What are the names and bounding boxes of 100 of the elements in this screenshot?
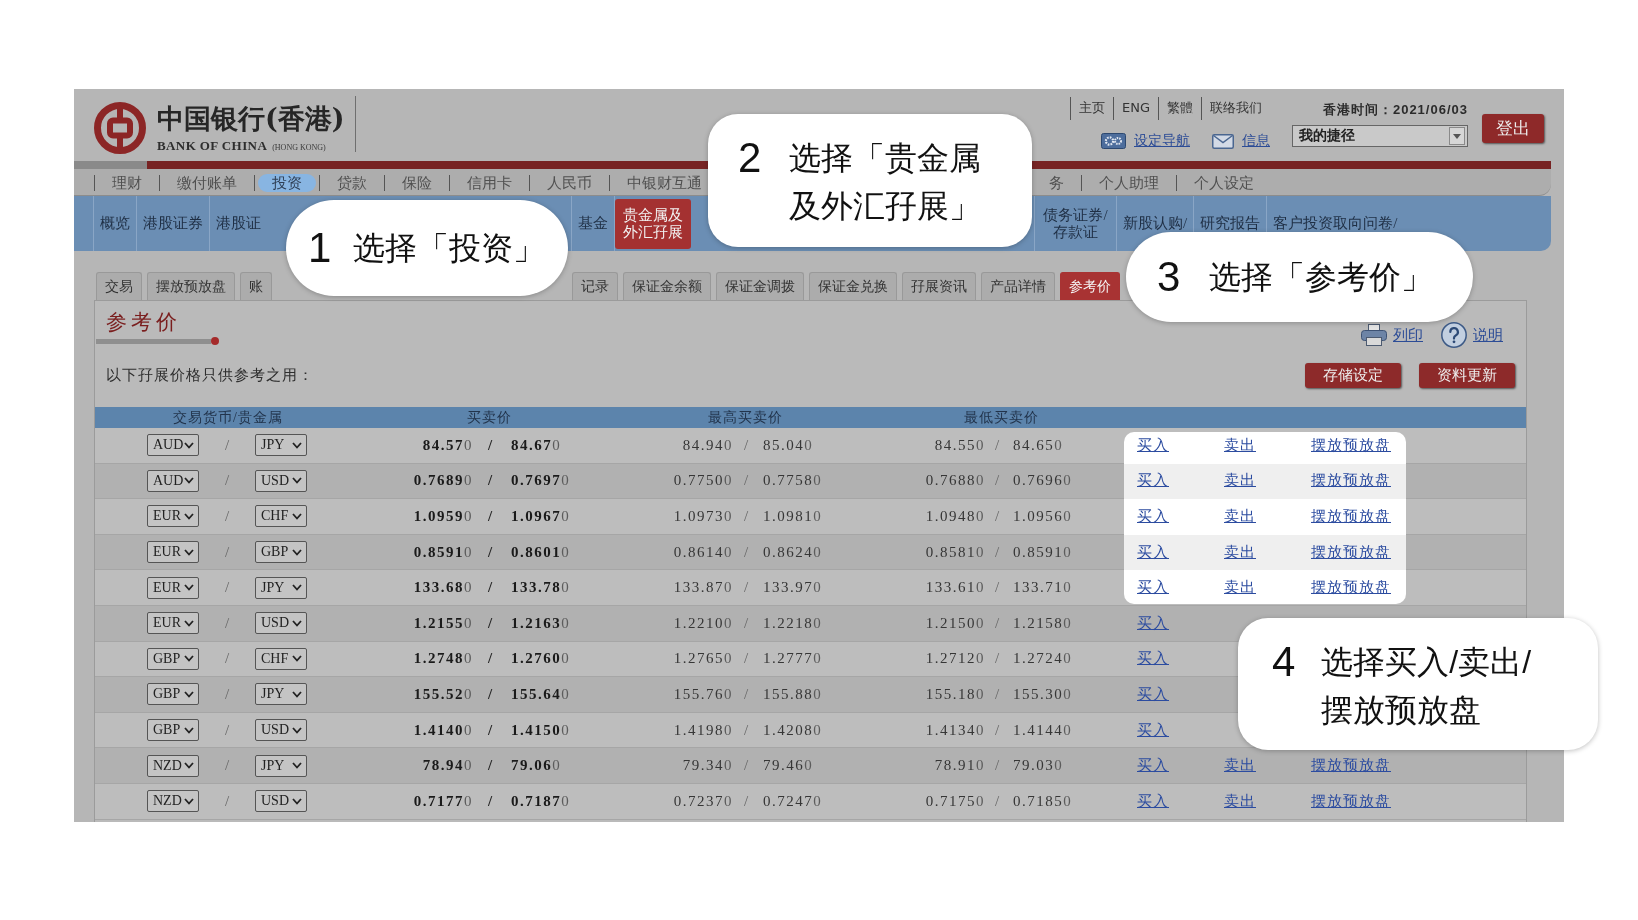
top-link[interactable]: 主页 [1070,97,1113,120]
buy-link[interactable]: 买入 [1137,720,1169,740]
place-order-link[interactable]: 摆放预放盘 [1311,578,1391,598]
currency-select[interactable]: JPY [255,754,307,777]
subnav-item[interactable]: 新股认购/ [1117,211,1194,236]
tab[interactable]: 保证金兑换 [809,272,897,300]
price-text: 133.970 [763,579,823,597]
buy-link[interactable]: 买入 [1137,649,1169,669]
currency-select[interactable]: USD [255,790,307,813]
nav-tab[interactable]: 信用卡 [463,174,516,192]
nav-tab[interactable]: 投资 [258,174,316,192]
sell-link[interactable]: 卖出 [1224,471,1256,491]
tab[interactable]: 记录 [572,272,618,300]
chevron-down-icon [184,584,194,592]
currency-select[interactable]: JPY [255,683,307,706]
top-link[interactable]: 繁體 [1158,97,1201,120]
sell-link[interactable]: 卖出 [1224,507,1256,526]
currency-select[interactable]: AUD [147,469,199,492]
top-link[interactable]: 联络我们 [1201,97,1270,120]
buy-link[interactable]: 买入 [1137,435,1169,455]
buy-link[interactable]: 买入 [1137,507,1169,526]
subnav-item[interactable]: 研究报告 [1194,211,1267,236]
buy-link[interactable]: 买入 [1137,613,1169,633]
sell-link[interactable]: 卖出 [1224,578,1256,598]
currency-select[interactable]: NZD [147,790,199,813]
subnav-item[interactable]: 概览 [94,211,136,236]
messages-link[interactable]: 信息 [1212,132,1270,150]
currency-select[interactable]: EUR [147,612,199,635]
buy-link[interactable]: 买入 [1137,756,1169,776]
tab[interactable]: 保证金调拨 [716,272,804,300]
currency-select[interactable]: AUD [147,434,199,457]
refresh-button[interactable]: 资料更新 [1419,362,1515,388]
price-text: 0.72470 [763,792,823,810]
subnav-item[interactable]: 港股证 [210,211,267,236]
sell-link[interactable]: 卖出 [1224,791,1256,811]
currency-select[interactable]: JPY [255,434,307,457]
currency-select[interactable]: GBP [147,683,199,706]
logout-button[interactable]: 登出 [1482,114,1544,143]
subnav-item[interactable]: 基金 [572,211,614,236]
top-link[interactable]: ENG [1113,97,1158,120]
nav-tab[interactable]: 个人助理 [1095,174,1163,192]
save-settings-button[interactable]: 存储设定 [1305,362,1401,388]
tab[interactable]: 参考价 [1060,272,1120,300]
currency-select[interactable]: EUR [147,576,199,599]
nav-tab[interactable]: 人民币 [543,174,596,192]
place-order-link[interactable]: 摆放预放盘 [1311,791,1391,811]
subnav-item[interactable]: 贵金属及外汇孖展 [615,198,691,249]
print-link[interactable]: 列印 [1361,322,1423,348]
buy-link[interactable]: 买入 [1137,578,1169,598]
sell-link[interactable]: 卖出 [1224,542,1256,562]
slash-separator: / [487,543,493,561]
chevron-down-icon [184,513,194,520]
nav-tab[interactable]: 理财 [108,174,146,192]
tab[interactable]: 账 [240,272,272,300]
currency-select[interactable]: NZD [147,754,199,777]
place-order-link[interactable]: 摆放预放盘 [1311,756,1391,776]
currency-select[interactable]: CHF [255,505,307,528]
price-text: 0.85910 [1013,543,1073,561]
subnav-item[interactable]: 港股证券 [137,211,209,236]
nav-tab[interactable]: 缴付账单 [173,174,241,192]
nav-tab[interactable]: 务 [1045,174,1068,192]
currency-select[interactable]: GBP [147,719,199,742]
tab[interactable]: 摆放预放盘 [147,272,235,300]
sell-link[interactable]: 卖出 [1224,435,1256,455]
help-link[interactable]: 说明 [1441,322,1503,348]
tab[interactable]: 保证金余额 [623,272,711,300]
buy-link[interactable]: 买入 [1137,684,1169,704]
currency-select[interactable]: GBP [147,647,199,670]
buy-link[interactable]: 买入 [1137,542,1169,562]
tab[interactable]: 产品详情 [981,272,1055,300]
currency-select[interactable]: GBP [255,541,307,564]
subnav-item[interactable]: 客户投资取向问卷/ [1267,211,1404,236]
subnav-item[interactable]: 债务证券/存款证 [1035,202,1116,245]
settings-link[interactable]: 设定导航 [1101,132,1190,150]
currency-select[interactable]: EUR [147,505,199,528]
price-text: 0.86010 [511,543,571,561]
tab[interactable]: 孖展资讯 [902,272,976,300]
chevron-down-icon [292,513,302,520]
sell-link[interactable]: 卖出 [1224,756,1256,776]
place-order-link[interactable]: 摆放预放盘 [1311,507,1391,526]
currency-select[interactable]: USD [255,469,307,492]
currency-select[interactable]: USD [255,719,307,742]
buy-link[interactable]: 买入 [1137,791,1169,811]
place-order-link[interactable]: 摆放预放盘 [1311,435,1391,455]
currency-select[interactable]: EUR [147,541,199,564]
place-order-link[interactable]: 摆放预放盘 [1311,471,1391,491]
nav-tab[interactable]: 中银财互通 [623,174,706,192]
currency-select[interactable]: JPY [255,576,307,599]
shortcut-dropdown[interactable]: 我的捷径 [1292,125,1468,147]
currency-select[interactable]: CHF [255,647,307,670]
nav-tab[interactable]: 贷款 [333,174,371,192]
currency-select[interactable]: USD [255,612,307,635]
chevron-down-icon [292,477,302,485]
place-order-link[interactable]: 摆放预放盘 [1311,542,1391,562]
nav-tab[interactable]: 保险 [398,174,436,192]
tab[interactable]: 交易 [96,272,142,300]
buy-link[interactable]: 买入 [1137,471,1169,491]
nav-tab[interactable]: 个人设定 [1190,174,1258,192]
price-text: 1.09560 [1013,508,1073,525]
price-text: 1.09730 [673,508,733,525]
